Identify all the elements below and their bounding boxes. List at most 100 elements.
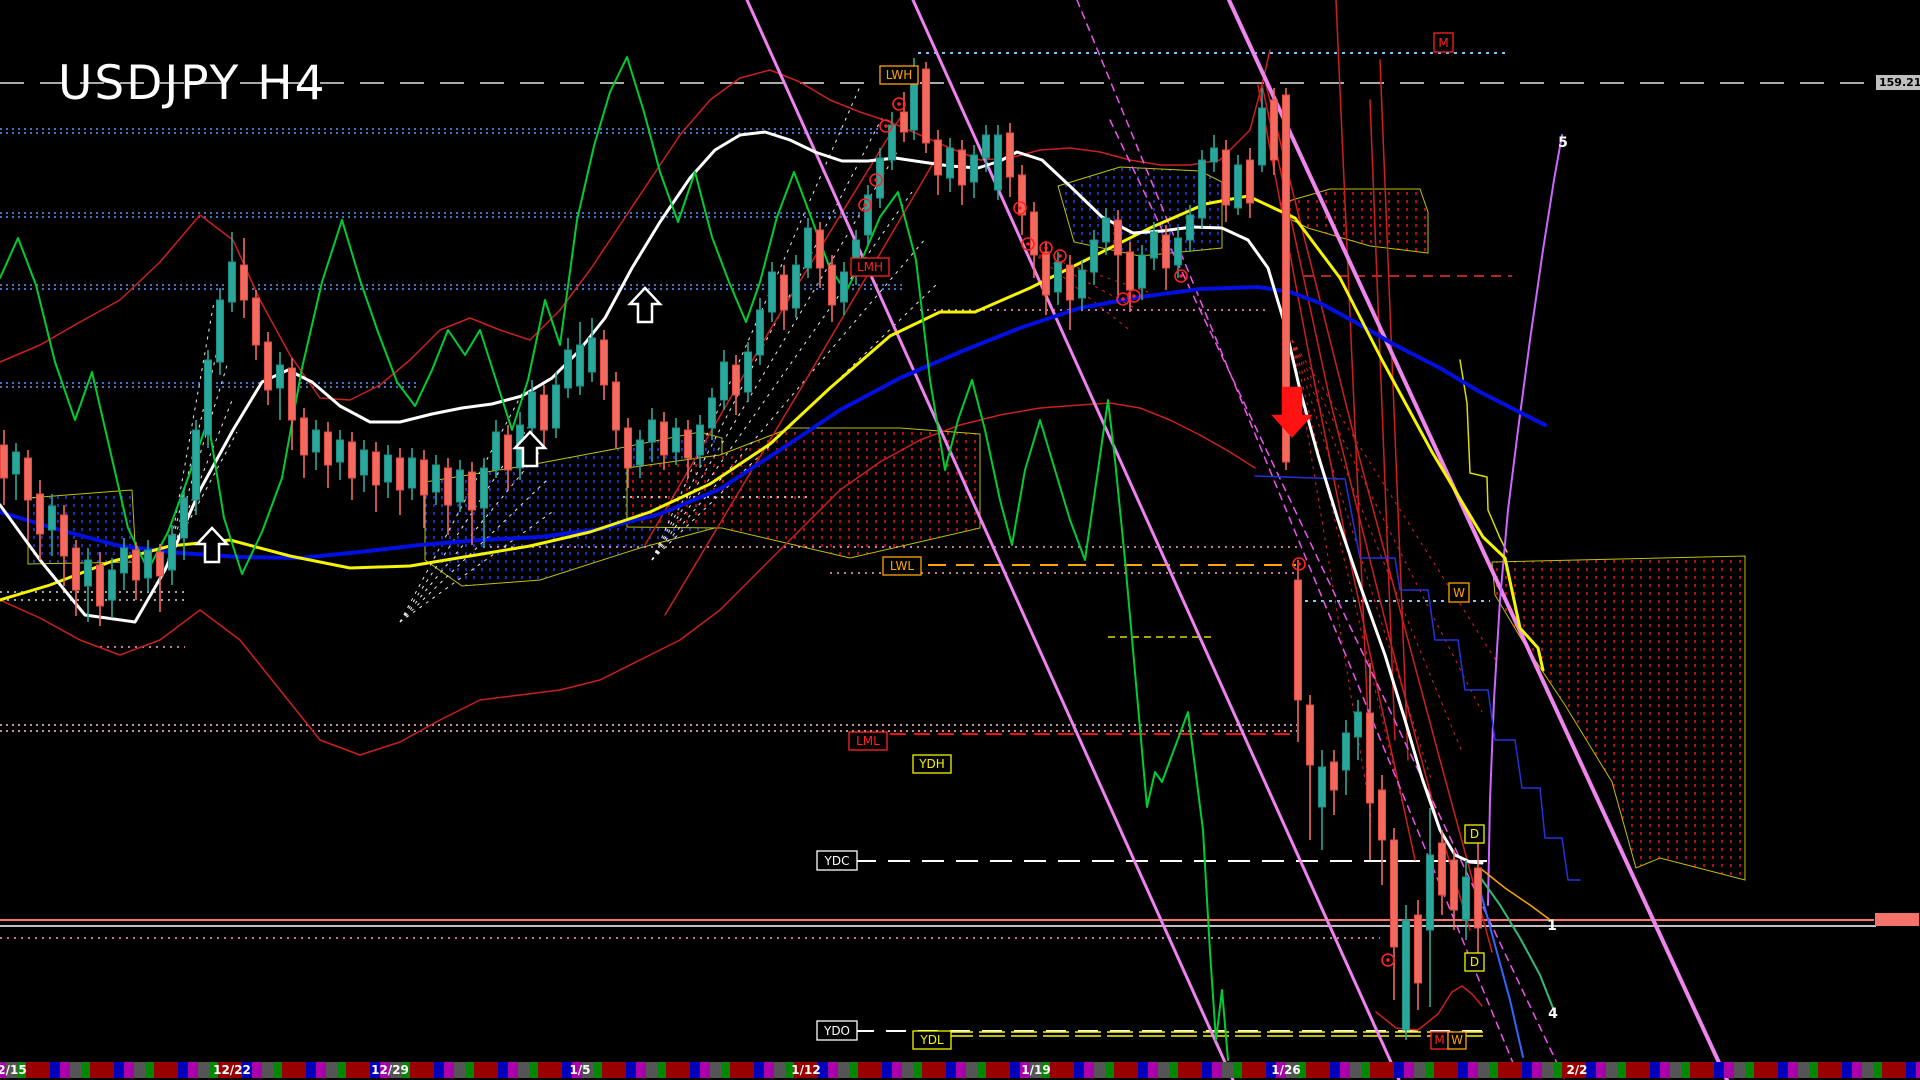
candle-body (228, 261, 236, 303)
candle-body (12, 451, 20, 475)
candle-body (840, 271, 848, 303)
strip-block (474, 1062, 498, 1078)
candle-body (1258, 107, 1266, 166)
candle-body (1162, 234, 1170, 269)
strip-block (444, 1062, 454, 1078)
strip-block (1170, 1062, 1178, 1078)
strip-block (828, 1062, 838, 1078)
candle-body (108, 569, 116, 601)
candle-body (132, 549, 140, 581)
date-label: 1/12 (791, 1063, 820, 1077)
strip-block (700, 1062, 710, 1078)
candle-body (84, 559, 92, 587)
level-label-text: YDL (919, 1033, 944, 1047)
candle-body (528, 391, 536, 429)
candle-body (456, 469, 464, 503)
candle-body (900, 111, 908, 133)
strip-block (1050, 1062, 1074, 1078)
strip-block (434, 1062, 444, 1078)
strip-block (1158, 1062, 1170, 1078)
strip-block (154, 1062, 178, 1078)
signal-circle-dot (884, 124, 888, 128)
strip-block (626, 1062, 636, 1078)
candle-body (0, 444, 8, 479)
strip-block (1084, 1062, 1094, 1078)
strip-block (1178, 1062, 1202, 1078)
candle-body (252, 297, 260, 346)
strip-block (70, 1062, 82, 1078)
strip-block (1212, 1062, 1222, 1078)
strip-block (1094, 1062, 1106, 1078)
strip-block (82, 1062, 90, 1078)
candle-body (504, 434, 512, 471)
strip-block (1788, 1062, 1798, 1078)
strip-block (1330, 1062, 1340, 1078)
strip-block (1874, 1062, 1882, 1078)
signal-circle-dot (1044, 246, 1048, 250)
strip-block (1596, 1062, 1606, 1078)
chart-canvas[interactable]: LWHLMHLWLLMLYDHYDCYDOYDLMWDDM W5142/15 12/… (0, 0, 1920, 1080)
candle-body (1114, 219, 1122, 256)
strip-block (1370, 1062, 1394, 1078)
candle-body (432, 464, 440, 493)
number-label: 1 (1547, 918, 1557, 934)
strip-block (1660, 1062, 1670, 1078)
strip-block (316, 1062, 326, 1078)
candle-body (24, 457, 32, 501)
candle-body (468, 471, 476, 511)
strip-block (1852, 1062, 1862, 1078)
strip-block (262, 1062, 274, 1078)
candle-body (1042, 251, 1050, 296)
strip-block (666, 1062, 690, 1078)
candle-body (1054, 261, 1062, 293)
strip-block (646, 1062, 658, 1078)
candle-body (768, 271, 776, 313)
strip-block (90, 1062, 114, 1078)
candle-body (1234, 164, 1242, 209)
candle-body (1450, 859, 1458, 911)
strip-block (710, 1062, 722, 1078)
candle-body (312, 429, 320, 453)
candle-body (792, 264, 800, 309)
strip-block (914, 1062, 922, 1078)
bid-price-tag (1875, 913, 1919, 926)
candle-body (156, 551, 164, 577)
strip-block (1306, 1062, 1330, 1078)
signal-circle-dot (1121, 297, 1125, 301)
date-label: 1/19 (1021, 1063, 1050, 1077)
candle-body (1270, 99, 1278, 161)
strip-block (530, 1062, 538, 1078)
candle-body (408, 457, 416, 489)
strip-block (146, 1062, 154, 1078)
candle-body (1318, 766, 1326, 808)
strip-block (60, 1062, 70, 1078)
level-label-text: YDO (823, 1024, 850, 1038)
red-steep-3 (1335, 0, 1369, 721)
candle-body (1138, 254, 1146, 289)
candle-body (600, 339, 608, 386)
candle-body (1210, 147, 1218, 163)
candle-body (72, 547, 80, 591)
strip-block (1114, 1062, 1138, 1078)
candle-body (636, 439, 644, 466)
level-label-text: LMH (857, 260, 883, 274)
strip-block (466, 1062, 474, 1078)
candle-body (420, 459, 428, 496)
strip-block (134, 1062, 146, 1078)
candle-body (384, 454, 392, 483)
strip-block (1498, 1062, 1522, 1078)
candle-body (648, 419, 656, 443)
signal-circle-dot (1026, 242, 1030, 246)
fan-ray (1291, 339, 1498, 663)
strip-block (1882, 1062, 1906, 1078)
strip-block (1106, 1062, 1114, 1078)
timeline-strip[interactable] (0, 1062, 1920, 1078)
strip-block (922, 1062, 946, 1078)
candle-body (324, 431, 332, 466)
signal-circle-dot (1058, 254, 1062, 258)
candle-body (1186, 214, 1194, 241)
candle-body (192, 429, 200, 501)
strip-block (1340, 1062, 1350, 1078)
strip-block (1222, 1062, 1234, 1078)
current-price-tag: 159.212 (1876, 75, 1920, 90)
